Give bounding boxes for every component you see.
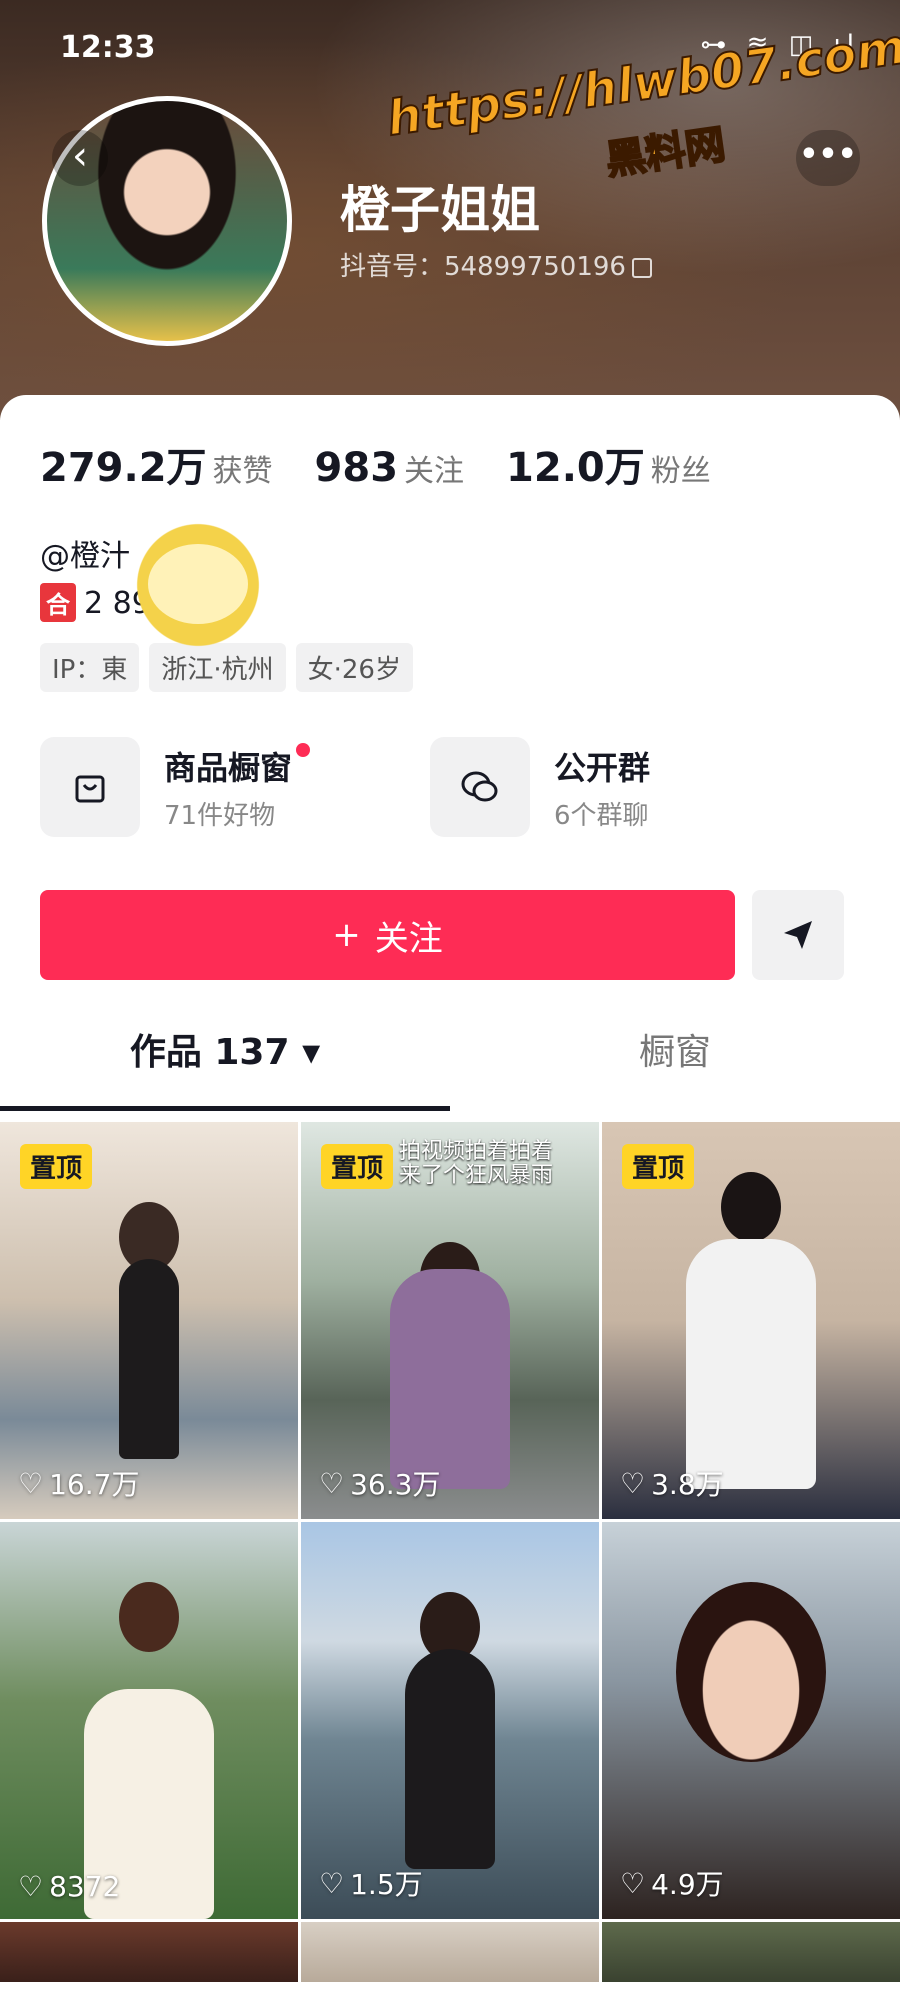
pinned-badge: 置顶 <box>321 1144 394 1189</box>
share-button[interactable] <box>752 890 844 980</box>
heart-icon: ♡ <box>18 1870 44 1903</box>
chevron-left-icon: ‹ <box>72 133 88 179</box>
video-thumb[interactable]: ♡ 8372 <box>0 1522 298 1919</box>
meme-face <box>148 544 248 624</box>
stat-likes[interactable]: 279.2万 获赞 <box>40 435 273 493</box>
video-grid: 置顶 ♡ 16.7万 置顶 拍视频拍着拍着 来了个狂风暴雨 ♡ 36.3万 置顶 ♡ 3… <box>0 1122 900 1982</box>
stat-label: 关注 <box>404 454 465 489</box>
follow-button[interactable]: + 关注 <box>40 890 735 980</box>
tag-ip: IP：東 <box>40 643 140 692</box>
video-thumb[interactable] <box>0 1922 298 1982</box>
like-count: ♡ 3.8万 <box>620 1466 724 1502</box>
like-count: ♡ 36.3万 <box>319 1466 441 1502</box>
shopping-bag-icon <box>40 737 140 837</box>
douyin-id[interactable]: 抖音号：54899750196 <box>340 246 652 283</box>
nickname: 橙子姐姐 <box>340 181 540 239</box>
stat-value: 279.2万 <box>40 445 207 491</box>
pinned-badge: 置顶 <box>622 1144 695 1189</box>
heart-icon: ♡ <box>620 1866 646 1900</box>
more-button[interactable]: ••• <box>796 130 860 186</box>
heart-icon: ♡ <box>319 1466 345 1500</box>
feature-title: 公开群 <box>554 748 651 787</box>
bio-handle[interactable]: @橙汁 <box>40 531 130 575</box>
like-count: ♡ 1.5万 <box>319 1866 423 1902</box>
region-badge: 合 <box>40 583 76 622</box>
stat-followers[interactable]: 12.0万 粉丝 <box>506 435 711 493</box>
chat-bubbles-icon <box>430 737 530 837</box>
like-count: ♡ 8372 <box>18 1870 121 1903</box>
stat-label: 获赞 <box>212 454 273 489</box>
tab-showcase[interactable]: 橱窗 <box>450 1007 900 1111</box>
stats-row: 279.2万 获赞 983 关注 12.0万 粉丝 <box>40 435 711 493</box>
video-thumb[interactable] <box>301 1922 599 1982</box>
stat-value: 983 <box>314 445 399 491</box>
tab-works[interactable]: 作品 137 ▾ <box>0 1007 450 1111</box>
follow-label: 关注 <box>374 918 443 959</box>
feature-entries: 商品橱窗 71件好物 公开群 6个群聊 <box>40 737 760 837</box>
pinned-badge: 置顶 <box>20 1144 93 1189</box>
heart-icon: ♡ <box>620 1466 646 1500</box>
feature-title-text: 商品橱窗 <box>164 748 293 787</box>
content-tabs: 作品 137 ▾ 橱窗 <box>0 1007 900 1111</box>
caret-down-icon: ▾ <box>302 1032 321 1073</box>
video-thumb[interactable]: 置顶 ♡ 3.8万 <box>602 1122 900 1519</box>
notification-dot <box>296 742 311 757</box>
back-button[interactable]: ‹ <box>52 130 108 186</box>
stat-following[interactable]: 983 关注 <box>315 445 465 491</box>
tag-gender-age: 女·26岁 <box>295 643 413 692</box>
video-thumb[interactable] <box>602 1922 900 1982</box>
public-group-entry[interactable]: 公开群 6个群聊 <box>430 737 760 837</box>
copy-icon[interactable] <box>631 257 652 278</box>
feature-subtitle: 6个群聊 <box>554 800 649 831</box>
video-thumb[interactable]: ♡ 1.5万 <box>301 1522 599 1919</box>
more-icon: ••• <box>799 137 857 172</box>
heart-icon: ♡ <box>319 1866 345 1900</box>
like-count: ♡ 4.9万 <box>620 1866 724 1902</box>
profile-card: 279.2万 获赞 983 关注 12.0万 粉丝 @橙汁 合2 89 IP：東 浙江… <box>0 395 900 2011</box>
heart-icon: ♡ <box>18 1466 44 1500</box>
plus-icon: + <box>332 915 361 955</box>
video-thumb[interactable]: ♡ 4.9万 <box>602 1522 900 1919</box>
video-thumb[interactable]: 置顶 拍视频拍着拍着 来了个狂风暴雨 ♡ 36.3万 <box>301 1122 599 1519</box>
feature-subtitle: 71件好物 <box>164 800 276 831</box>
like-count: ♡ 16.7万 <box>18 1466 140 1502</box>
stat-value: 12.0万 <box>506 445 645 491</box>
feature-title: 商品橱窗 <box>164 742 311 789</box>
douyin-id-text: 抖音号：54899750196 <box>340 252 626 282</box>
meme-sticker <box>118 510 278 660</box>
video-caption: 拍视频拍着拍着 来了个狂风暴雨 <box>399 1139 554 1188</box>
stat-label: 粉丝 <box>650 454 711 489</box>
tab-works-label: 作品 137 <box>129 1032 290 1073</box>
send-icon <box>784 921 812 949</box>
showcase-entry[interactable]: 商品橱窗 71件好物 <box>40 737 370 837</box>
status-time: 12:33 <box>60 30 156 65</box>
video-thumb[interactable]: 置顶 ♡ 16.7万 <box>0 1122 298 1519</box>
